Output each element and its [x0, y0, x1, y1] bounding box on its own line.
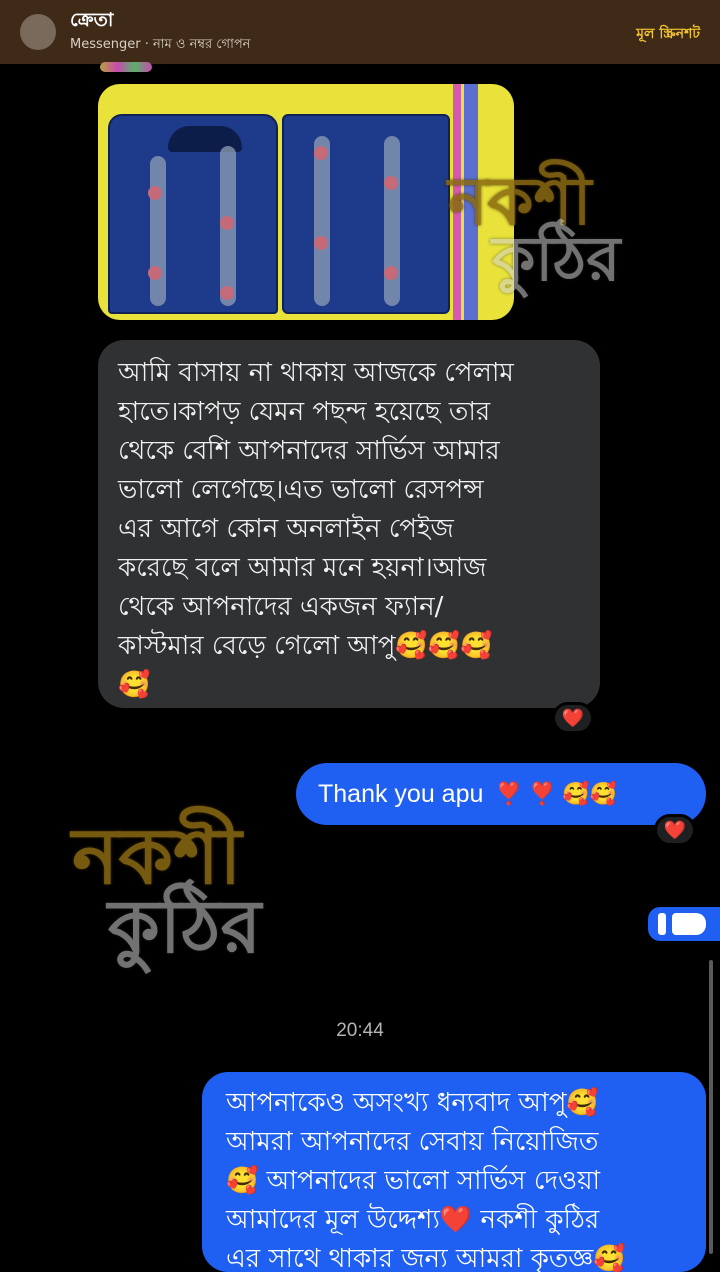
watermark-logo-top: নকশী কুঠির: [448, 162, 621, 295]
heart-reaction[interactable]: ❤️: [654, 814, 696, 846]
original-screenshot-link[interactable]: মূল স্ক্রিনশট: [636, 22, 700, 46]
outgoing-message-text: Thank you apu: [318, 779, 484, 808]
incoming-message[interactable]: আমি বাসায় না থাকায় আজকে পেলাম হাতে।কাপ…: [98, 340, 600, 708]
pajama-garment: [282, 114, 450, 314]
watermark-logo-middle: নকশী কুঠির: [72, 811, 262, 970]
chat-header: ক্রেতা Messenger · নাম ও নম্বর গোপন মূল …: [0, 0, 720, 64]
outgoing-message-emoji: ❣️ ❣️ 🥰🥰: [495, 781, 618, 806]
avatar[interactable]: [20, 14, 56, 50]
panjabi-garment: [108, 114, 278, 314]
partial-outgoing-message[interactable]: [648, 907, 720, 941]
contact-subtitle: Messenger · নাম ও নম্বর গোপন: [70, 37, 251, 52]
timestamp: 20:44: [336, 1020, 384, 1041]
heart-reaction[interactable]: ❤️: [552, 702, 594, 734]
scrollbar[interactable]: [709, 960, 713, 1254]
outgoing-message[interactable]: Thank you apu ❣️ ❣️ 🥰🥰: [296, 763, 706, 825]
contact-name[interactable]: ক্রেতা: [70, 6, 113, 38]
outgoing-message-long[interactable]: আপনাকেও অসংখ্য ধন্যবাদ আপু🥰 আমরা আপনাদের…: [202, 1072, 706, 1272]
previous-attachment-edge: [100, 62, 152, 72]
